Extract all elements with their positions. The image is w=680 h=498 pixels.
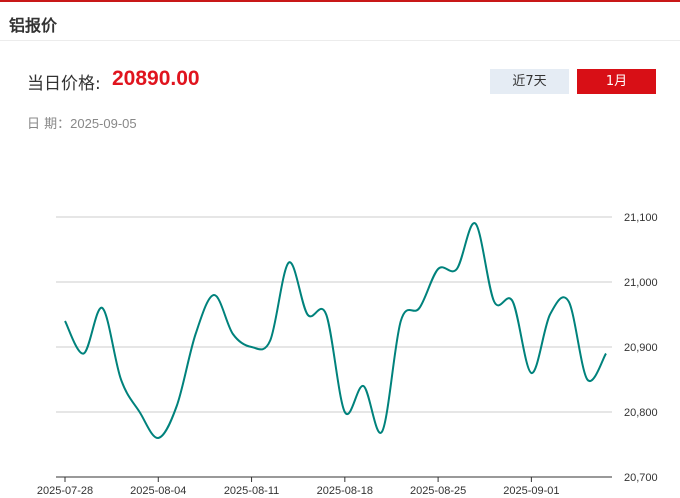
y-tick-label: 20,800 — [624, 407, 658, 419]
y-tick-label: 21,100 — [624, 212, 658, 224]
page-title: 铝报价 — [9, 16, 58, 35]
price-value: 20890.00 — [112, 67, 200, 90]
series-line — [64, 222, 607, 439]
x-tick-label: 2025-07-28 — [37, 485, 93, 497]
x-tick-label: 2025-08-25 — [410, 485, 466, 497]
date-row: 日 期：2025-09-05 — [27, 113, 137, 132]
price-label: 当日价格: — [27, 74, 101, 94]
range-1-month-button[interactable]: 1月 — [577, 69, 656, 94]
range-7-days-button[interactable]: 近7天 — [490, 69, 569, 94]
date-label: 日 期： — [27, 117, 71, 132]
x-tick-label: 2025-08-04 — [130, 485, 186, 497]
y-tick-label: 21,000 — [624, 277, 658, 289]
price-line-chart: 20,700 20,800 20,900 21,000 21,100 2025-07-2… — [37, 212, 658, 497]
y-tick-label: 20,900 — [624, 342, 658, 354]
x-tick-label: 2025-09-01 — [503, 485, 559, 497]
x-tick-label: 2025-08-11 — [224, 485, 279, 497]
header-bar: 铝报价 — [0, 2, 680, 41]
x-tick-label: 2025-08-18 — [317, 485, 373, 497]
y-tick-label: 20,700 — [624, 472, 658, 484]
date-value: 2025-09-05 — [70, 116, 137, 131]
